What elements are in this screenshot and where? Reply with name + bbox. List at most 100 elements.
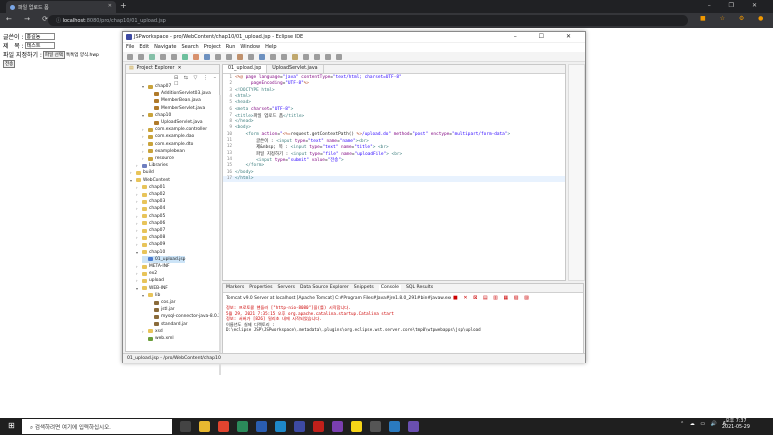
menu-item-navigate[interactable]: Navigate xyxy=(154,44,176,51)
tree-item[interactable]: › chap04 xyxy=(136,205,165,212)
chevron-right-icon[interactable]: › xyxy=(142,149,146,154)
eclipse-icon[interactable] xyxy=(294,421,305,432)
app-icon[interactable] xyxy=(332,421,343,432)
toolbar-button-icon[interactable] xyxy=(215,54,221,60)
tree-item[interactable]: ▾ WEB-INF xyxy=(136,285,168,292)
tree-item[interactable]: › Libraries xyxy=(136,162,168,169)
toolbar-button-icon[interactable] xyxy=(259,54,265,60)
ide-toolbar[interactable] xyxy=(123,52,585,62)
tree-item[interactable]: UploadServlet.java xyxy=(148,119,203,126)
toolbar-button-icon[interactable] xyxy=(325,54,331,60)
browser-window-controls[interactable]: – ❐ ✕ xyxy=(708,2,765,9)
chevron-right-icon[interactable]: › xyxy=(136,221,140,226)
toolbar-button-icon[interactable] xyxy=(248,54,254,60)
toolbar-button-icon[interactable] xyxy=(292,54,298,60)
tree-item[interactable]: › chap03 xyxy=(136,198,165,205)
tree-item[interactable]: › examplebean xyxy=(142,148,185,155)
tree-item[interactable]: › com.example.controller xyxy=(142,126,207,133)
app-icon[interactable] xyxy=(370,421,381,432)
chrome-icon[interactable] xyxy=(218,421,229,432)
acrobat-icon[interactable] xyxy=(313,421,324,432)
new-tab-button[interactable]: + xyxy=(120,1,127,10)
menu-item-search[interactable]: Search xyxy=(182,44,199,51)
chevron-right-icon[interactable]: › xyxy=(142,134,146,139)
chevron-right-icon[interactable]: › xyxy=(142,329,146,334)
chevron-right-icon[interactable]: › xyxy=(136,235,140,240)
tree-item[interactable]: › chap07 xyxy=(136,227,165,234)
tree-item[interactable]: › chap06 xyxy=(136,220,165,227)
tree-item[interactable]: ▾ chap07 xyxy=(142,83,171,90)
chevron-right-icon[interactable]: › xyxy=(136,228,140,233)
chevron-down-icon[interactable]: ▾ xyxy=(130,178,134,183)
toolbar-button-icon[interactable] xyxy=(127,54,133,60)
tree-item[interactable]: ▾ chap10 xyxy=(136,249,165,256)
browser-tab[interactable]: 파일 업로드 폼 ✕ xyxy=(6,1,116,13)
toolbar-button-icon[interactable] xyxy=(193,54,199,60)
tree-item[interactable]: › META-INF xyxy=(136,263,170,270)
chevron-right-icon[interactable]: › xyxy=(136,199,140,204)
ide-window-controls[interactable]: – ☐ ✕ xyxy=(514,33,581,40)
tree-item[interactable]: › build xyxy=(130,169,154,176)
chevron-right-icon[interactable]: › xyxy=(130,170,134,175)
console-tab-markers[interactable]: Markers xyxy=(226,285,244,291)
tree-item[interactable]: ▾ chap10 xyxy=(142,112,171,119)
toolbar-button-icon[interactable] xyxy=(270,54,276,60)
file-choose-button[interactable]: 파일 선택 xyxy=(42,50,65,59)
console-tab-snippets[interactable]: Snippets xyxy=(354,285,374,291)
menu-item-window[interactable]: Window xyxy=(240,44,260,51)
tree-item[interactable]: MemberBean.java xyxy=(148,97,201,104)
chevron-right-icon[interactable]: › xyxy=(136,278,140,283)
tree-scrollbar[interactable] xyxy=(219,95,221,375)
chevron-right-icon[interactable]: › xyxy=(136,206,140,211)
tree-item[interactable]: ▾ lib xyxy=(142,292,160,299)
menu-item-run[interactable]: Run xyxy=(226,44,236,51)
taskbar-search[interactable]: ⌕ 검색하려면 여기에 입력하십시오. xyxy=(22,419,172,434)
chevron-down-icon[interactable]: ▾ xyxy=(142,84,146,89)
editor-tab[interactable]: UploadServlet.java xyxy=(267,65,324,73)
chevron-down-icon[interactable]: ▾ xyxy=(142,113,146,118)
tree-item[interactable]: cos.jar xyxy=(148,299,176,306)
console-tab-data-source-explorer[interactable]: Data Source Explorer xyxy=(300,285,349,291)
menu-item-edit[interactable]: Edit xyxy=(139,44,149,51)
writer-input[interactable] xyxy=(24,33,55,40)
toolbar-button-icon[interactable] xyxy=(314,54,320,60)
toolbar-button-icon[interactable] xyxy=(303,54,309,60)
menu-item-help[interactable]: Help xyxy=(265,44,276,51)
tree-item[interactable]: › xsd xyxy=(142,328,163,335)
task-view-icon[interactable] xyxy=(180,421,191,432)
console-tab-sql-results[interactable]: SQL Results xyxy=(406,285,433,291)
toolbar-button-icon[interactable] xyxy=(281,54,287,60)
menu-item-project[interactable]: Project xyxy=(204,44,221,51)
toolbar-button-icon[interactable] xyxy=(138,54,144,60)
system-tray[interactable]: ⌃ ☁ ▭ 🔊 A xyxy=(680,421,728,427)
toolbar-button-icon[interactable] xyxy=(226,54,232,60)
tree-item[interactable]: › ex2 xyxy=(136,270,157,277)
tree-item[interactable]: › upload xyxy=(136,277,164,284)
console-tab-console[interactable]: Console xyxy=(378,285,401,291)
menu-item-file[interactable]: File xyxy=(126,44,134,51)
chevron-right-icon[interactable]: › xyxy=(136,264,140,269)
console-toolbar[interactable]: ■ ✕ ⊠ ▤ ▥ ▦ ▧ ▨ xyxy=(453,295,531,301)
edge-icon[interactable] xyxy=(237,421,248,432)
tree-item[interactable]: 01_upload.jsp xyxy=(142,255,186,263)
chevron-down-icon[interactable]: ▾ xyxy=(142,293,146,298)
file-explorer-icon[interactable] xyxy=(199,421,210,432)
title-input[interactable] xyxy=(24,42,55,49)
chevron-down-icon[interactable]: ▾ xyxy=(136,250,140,255)
tree-item[interactable]: › chap09 xyxy=(136,241,165,248)
editor-tab[interactable]: 01_upload.jsp xyxy=(223,65,268,73)
chevron-right-icon[interactable]: › xyxy=(142,156,146,161)
taskbar-clock[interactable]: 오후 7:37 2021-05-29 xyxy=(722,419,750,431)
code-area[interactable]: 1 <%@ page language="java" contentType="t… xyxy=(223,75,565,280)
address-bar[interactable]: ⓘ localhost:8080/pro/chap10/01_upload.js… xyxy=(48,15,688,26)
tree-item[interactable]: › com.example.dto xyxy=(142,141,193,148)
toolbar-button-icon[interactable] xyxy=(204,54,210,60)
tab-close-icon[interactable]: ✕ xyxy=(108,3,112,9)
close-icon[interactable]: ✕ xyxy=(177,66,181,72)
tree-item[interactable]: › chap08 xyxy=(136,234,165,241)
tree-item[interactable]: jstl.jar xyxy=(148,306,175,313)
chevron-right-icon[interactable]: › xyxy=(136,271,140,276)
toolbar-button-icon[interactable] xyxy=(336,54,342,60)
chevron-right-icon[interactable]: › xyxy=(136,185,140,190)
toolbar-button-icon[interactable] xyxy=(160,54,166,60)
